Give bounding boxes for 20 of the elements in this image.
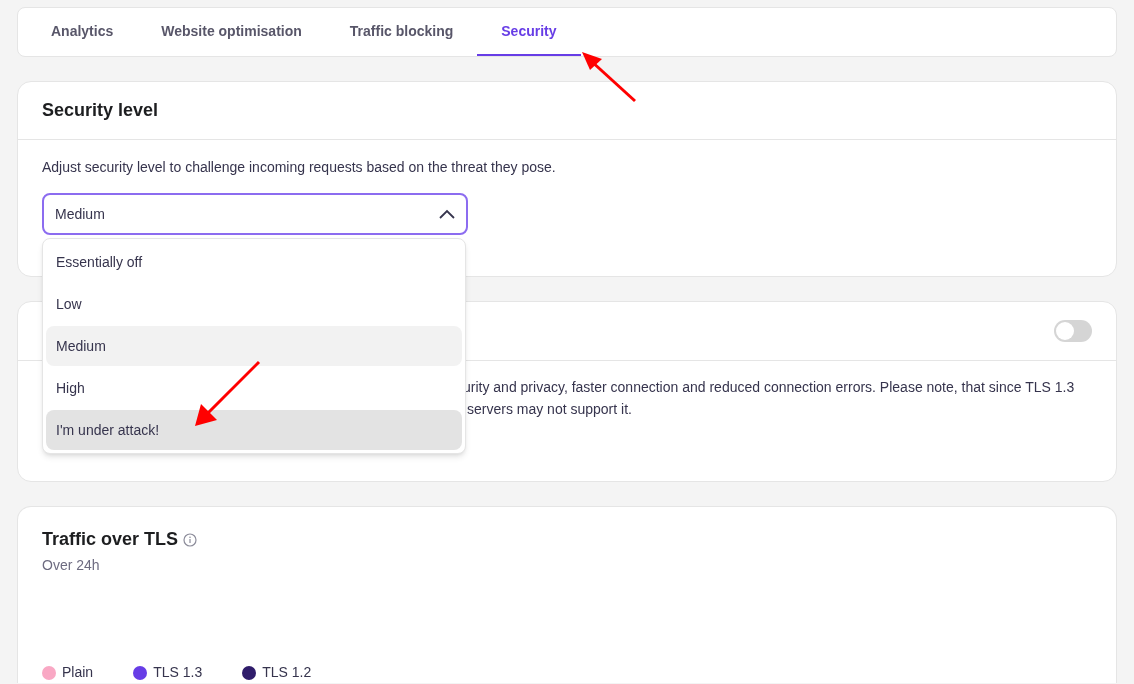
description-text: servers may not support it. bbox=[466, 400, 633, 419]
card-title: Security level bbox=[42, 99, 159, 122]
info-icon[interactable] bbox=[183, 532, 198, 547]
card-description: Adjust security level to challenge incoming requests based on the threat they pose. bbox=[42, 158, 557, 177]
arrow-annotation bbox=[580, 50, 638, 103]
tab[interactable]: Traffic blocking bbox=[325, 8, 478, 56]
legend-label: Plain bbox=[62, 663, 94, 682]
tab[interactable]: Security bbox=[477, 8, 581, 56]
chevron-up-icon bbox=[439, 209, 455, 219]
toggle-switch[interactable] bbox=[1054, 320, 1092, 342]
tab[interactable]: Analytics bbox=[27, 8, 138, 56]
tab[interactable]: Website optimisation bbox=[137, 8, 326, 56]
dropdown-option[interactable]: Medium bbox=[46, 326, 462, 366]
legend-label: TLS 1.3 bbox=[153, 663, 203, 682]
dropdown-option[interactable]: I'm under attack! bbox=[46, 410, 462, 450]
card-subtitle: Over 24h bbox=[42, 556, 101, 575]
card-title: Traffic over TLS bbox=[42, 528, 179, 551]
arrow-annotation bbox=[192, 360, 262, 428]
legend-label: TLS 1.2 bbox=[262, 663, 312, 682]
security-level-select[interactable]: Medium bbox=[42, 193, 468, 235]
